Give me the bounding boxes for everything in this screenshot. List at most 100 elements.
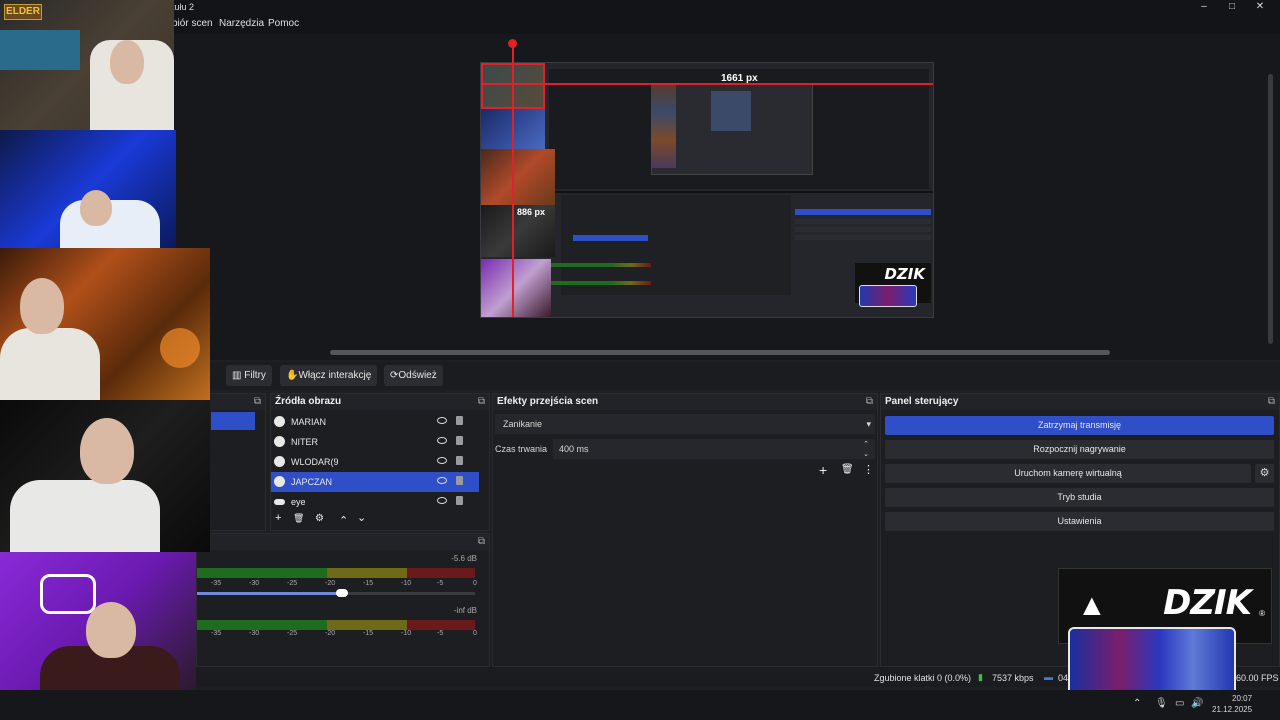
channel1-db: -5.6 dB <box>451 554 477 563</box>
sources-title: Źródła obrazu <box>275 396 342 407</box>
lock-icon[interactable] <box>456 456 463 465</box>
dock-float-icon[interactable]: ⧉ <box>1268 394 1275 410</box>
nested-dzik-text: DZIK <box>884 265 925 283</box>
interact-label: Włącz interakcję <box>298 370 372 381</box>
start-recording-button[interactable]: Rozpocznij nagrywanie <box>885 440 1274 459</box>
signal-icon: ▮ <box>978 672 983 682</box>
selection-box[interactable] <box>481 63 545 109</box>
volume-knob[interactable] <box>336 589 349 597</box>
boar-icon: ▲ <box>1077 589 1107 622</box>
person-body <box>10 480 160 552</box>
menu-help[interactable]: Pomoc <box>268 18 299 29</box>
channel-logo: ELDER <box>4 4 42 20</box>
visibility-eye-icon[interactable] <box>437 437 447 444</box>
interact-button[interactable]: ✋Włącz interakcję <box>280 365 378 386</box>
clock-time[interactable]: 20:07 <box>1232 694 1252 703</box>
person-face <box>110 40 144 84</box>
rotation-handle[interactable] <box>508 39 517 48</box>
monitor-icon[interactable]: ▭ <box>1175 698 1184 709</box>
height-guide-label: 886 px <box>517 207 546 217</box>
preview-vertical-scrollbar[interactable] <box>1268 74 1273 344</box>
source-type-icon <box>274 456 285 467</box>
dock-float-icon[interactable]: ⧉ <box>478 394 485 410</box>
visibility-eye-icon[interactable] <box>437 497 447 504</box>
clock-date[interactable]: 21.12.2025 <box>1212 705 1252 714</box>
settings-button[interactable]: Ustawienia <box>885 512 1274 531</box>
person-face <box>80 190 112 226</box>
nested-button <box>795 235 931 240</box>
dock-float-icon[interactable]: ⧉ <box>254 394 261 410</box>
refresh-label: Odśwież <box>398 370 437 381</box>
transition-select-value: Zanikanie <box>503 419 543 429</box>
lock-icon[interactable] <box>456 436 463 445</box>
nested-stream-button <box>795 209 931 215</box>
visibility-eye-icon[interactable] <box>437 417 447 424</box>
remove-transition-button[interactable]: 🗑 <box>841 464 854 475</box>
nested-dzik-logo: DZIK <box>855 263 931 307</box>
source-row-japczan[interactable]: JAPCZAN <box>271 472 479 492</box>
source-properties-button[interactable]: ⚙ <box>315 513 324 524</box>
filter-icon: ▥ <box>232 370 245 381</box>
visibility-eye-icon[interactable] <box>437 477 447 484</box>
microphone-icon[interactable]: 🎙 <box>1155 698 1168 709</box>
source-row-marian[interactable]: MARIAN <box>271 412 479 432</box>
mixer-dock-header: ⧉ <box>197 534 489 550</box>
maximize-button[interactable]: □ <box>1218 0 1246 14</box>
source-row-niter[interactable]: NITER <box>271 432 479 452</box>
refresh-button[interactable]: ⟳Odśwież <box>384 365 443 386</box>
virtual-camera-button[interactable]: Uruchom kamerę wirtualną <box>885 464 1251 483</box>
source-thumb-5 <box>481 259 551 317</box>
volume-icon[interactable]: 🔊 <box>1191 698 1203 709</box>
volume-slider[interactable] <box>197 589 475 597</box>
transition-select[interactable]: Zanikanie ▾ <box>495 414 875 434</box>
scene-selected[interactable] <box>211 412 255 430</box>
lock-icon[interactable] <box>456 416 463 425</box>
blurred-overlay <box>1068 627 1236 697</box>
webcam-5 <box>0 552 196 690</box>
person-face <box>80 418 134 484</box>
webcam-3 <box>0 248 210 400</box>
source-type-icon <box>274 476 285 487</box>
virtual-camera-settings-gear-icon[interactable]: ⚙ <box>1255 464 1274 483</box>
taskbar: ⌃ 🎙 ▭ 🔊 20:07 21.12.2025 <box>0 690 1280 720</box>
stepper-down-icon[interactable]: ⌄ <box>863 445 869 465</box>
duration-label: Czas trwania <box>495 444 548 454</box>
add-transition-button[interactable]: + <box>819 462 827 478</box>
source-row-wlodar[interactable]: WLODAR(9 <box>271 452 479 472</box>
fps: 60.00 FPS <box>1236 673 1279 683</box>
nested-meter <box>551 281 651 285</box>
minimize-button[interactable]: – <box>1190 0 1218 14</box>
stop-stream-button[interactable]: Zatrzymaj transmisję <box>885 416 1274 435</box>
visibility-eye-icon[interactable] <box>437 457 447 464</box>
remove-source-button[interactable]: 🗑 <box>293 513 304 524</box>
studio-mode-button[interactable]: Tryb studia <box>885 488 1274 507</box>
volume-fill <box>197 592 343 595</box>
add-source-button[interactable]: + <box>275 512 281 524</box>
bitrate: 7537 kbps <box>992 673 1034 683</box>
dock-float-icon[interactable]: ⧉ <box>478 534 485 550</box>
move-up-button[interactable]: ⌃ <box>339 514 348 527</box>
move-down-button[interactable]: ⌄ <box>357 511 366 524</box>
source-row-eye[interactable]: eye <box>271 492 479 512</box>
chevron-down-icon: ▾ <box>866 419 871 429</box>
sources-dock: Źródła obrazu ⧉ MARIAN NITER WLODAR(9 JAP… <box>270 393 490 531</box>
chevron-up-icon[interactable]: ⌃ <box>1133 698 1141 709</box>
lock-icon[interactable] <box>456 496 463 505</box>
person-face <box>20 278 64 334</box>
preview-horizontal-scrollbar[interactable] <box>330 350 1110 355</box>
duration-value: 400 ms <box>559 444 589 454</box>
source-name: WLODAR(9 <box>291 457 339 467</box>
nested-thumbnail <box>711 91 751 131</box>
filters-button[interactable]: ▥ Filtry <box>226 365 272 386</box>
duration-input[interactable]: 400 ms ⌃ ⌄ <box>553 439 875 459</box>
audio-mixer-dock: ⧉ -5.6 dB -35 -30 -25 -20 -15 -10 -5 0 -inf dB … <box>196 533 490 667</box>
menu-scene-collection[interactable]: biór scen <box>172 18 213 29</box>
menu-tools[interactable]: Narzędzia <box>219 18 264 29</box>
lock-icon[interactable] <box>456 476 463 485</box>
transition-menu-button[interactable]: ⋮ <box>863 463 874 476</box>
dock-float-icon[interactable]: ⧉ <box>866 394 873 410</box>
dzik-logo-text: DZIK <box>1163 583 1252 623</box>
preview-canvas[interactable]: DZIK 1661 px 886 px <box>480 39 934 318</box>
transitions-dock: Efekty przejścia scen ⧉ Zanikanie ▾ Czas … <box>492 393 878 667</box>
close-button[interactable]: ✕ <box>1246 0 1274 14</box>
